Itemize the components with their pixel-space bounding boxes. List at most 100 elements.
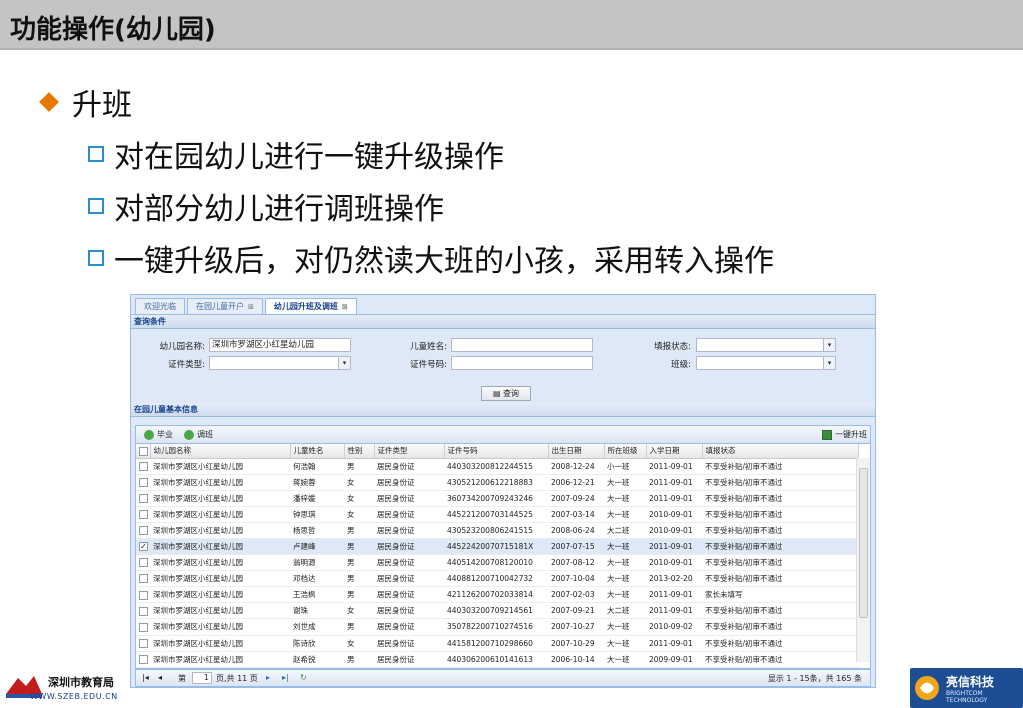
class-label: 班级:: [671, 360, 691, 370]
table-cell: 大一班: [604, 570, 646, 588]
table-cell: 2007-09-21: [548, 602, 604, 620]
tab-welcome[interactable]: 欢迎光临: [135, 298, 185, 314]
row-select-cell[interactable]: [136, 474, 150, 491]
row-checkbox[interactable]: [139, 477, 148, 487]
first-page-icon[interactable]: |◂: [142, 673, 149, 682]
row-checkbox[interactable]: [139, 526, 148, 536]
table-row[interactable]: 深圳市罗湖区小红星幼儿园 王浩枫男居民身份证 421126200702033814 2…: [136, 586, 858, 604]
table-cell: 大一班: [604, 618, 646, 636]
table-cell: 大一班: [604, 554, 646, 572]
row-select-cell[interactable]: [136, 490, 150, 507]
chevron-down-icon[interactable]: ▾: [823, 339, 835, 351]
table-row[interactable]: 深圳市罗湖区小红星幼儿园 赵希锐男居民身份证 440306200610141613 2…: [136, 651, 858, 668]
row-select-cell[interactable]: [136, 618, 150, 636]
transfer-button[interactable]: 调班: [184, 429, 213, 440]
upgrade-all-button[interactable]: 一键升班: [822, 429, 867, 440]
column-header[interactable]: 性别: [344, 444, 375, 459]
row-checkbox[interactable]: [139, 638, 148, 648]
row-select-cell[interactable]: [136, 602, 150, 620]
cert-no-input[interactable]: [451, 356, 593, 370]
graduate-button[interactable]: 毕业: [144, 429, 173, 440]
table-row[interactable]: 深圳市罗湖区小红星幼儿园 钟思琪女居民身份证 445221200703144525 2…: [136, 506, 858, 523]
next-page-icon[interactable]: ▸: [266, 673, 270, 682]
table-row[interactable]: 深圳市罗湖区小红星幼儿园 陈诗欣女居民身份证 441581200710298660 2…: [136, 635, 858, 652]
page-number-input[interactable]: 1: [192, 672, 212, 684]
table-row[interactable]: 深圳市罗湖区小红星幼儿园 谢珠女居民身份证 440303200709214561 20…: [136, 602, 858, 620]
row-select-cell[interactable]: [136, 586, 150, 604]
table-cell: 2011-09-01: [646, 635, 702, 652]
tab-label: 在园儿童开户: [196, 302, 244, 311]
select-all-header[interactable]: [136, 444, 151, 459]
table-row[interactable]: 深圳市罗湖区小红星幼儿园 潘梓媛女居民身份证 360734200709243246 2…: [136, 490, 858, 507]
row-select-cell[interactable]: [136, 458, 150, 475]
close-icon[interactable]: ⊠: [342, 303, 348, 311]
table-row[interactable]: 深圳市罗湖区小红星幼儿园 邓档达男居民身份证 440881200710042732 2…: [136, 570, 858, 588]
table-cell: 大一班: [604, 538, 646, 556]
table-row[interactable]: 深圳市罗湖区小红星幼儿园 刘世成男居民身份证 350782200710274516 2…: [136, 618, 858, 636]
upgrade-label: 一键升班: [835, 430, 867, 439]
scrollbar-thumb[interactable]: [859, 468, 868, 618]
row-select-cell[interactable]: [136, 506, 150, 523]
company-logo: 亮信科技 BRIGHTCOM TECHNOLOGY: [910, 668, 1023, 708]
table-cell: 440881200710042732: [444, 570, 548, 588]
table-cell: 居民身份证: [374, 522, 444, 539]
class-select[interactable]: ▾: [696, 356, 836, 370]
table-row[interactable]: 深圳市罗湖区小红星幼儿园 蒋婉蓉女居民身份证 430521200612218883 2…: [136, 474, 858, 491]
last-page-icon[interactable]: ▸|: [282, 673, 289, 682]
column-header[interactable]: 填报状态: [702, 444, 859, 459]
chevron-down-icon[interactable]: ▾: [338, 357, 350, 369]
vertical-scrollbar[interactable]: [856, 458, 870, 662]
row-checkbox[interactable]: [139, 510, 148, 520]
table-row[interactable]: 深圳市罗湖区小红星幼儿园 何浩翰男居民身份证 440303200812244515 2…: [136, 458, 858, 475]
table-row[interactable]: 深圳市罗湖区小红星幼儿园 翁明源男居民身份证 440514200708120010 2…: [136, 554, 858, 572]
row-select-cell[interactable]: [136, 570, 150, 588]
query-section-header: 查询条件: [131, 315, 875, 329]
row-checkbox[interactable]: [139, 574, 148, 584]
row-checkbox[interactable]: [139, 461, 148, 471]
table-cell: 居民身份证: [374, 570, 444, 588]
table-cell: 居民身份证: [374, 602, 444, 620]
column-header[interactable]: 证件号码: [444, 444, 549, 459]
chevron-down-icon[interactable]: ▾: [823, 357, 835, 369]
table-cell: 430521200612218883: [444, 474, 548, 491]
select-all-checkbox[interactable]: [139, 446, 148, 456]
column-header[interactable]: 证件类型: [374, 444, 445, 459]
row-checkbox[interactable]: [139, 590, 148, 600]
row-checkbox[interactable]: [139, 493, 148, 503]
row-select-cell[interactable]: [136, 635, 150, 652]
tab-open-account[interactable]: 在园儿童开户 ⊠: [187, 298, 263, 314]
row-select-cell[interactable]: [136, 522, 150, 539]
table-row[interactable]: ✓ 深圳市罗湖区小红星幼儿园 卢建峰男居民身份证 44522420070715181X…: [136, 538, 858, 556]
refresh-icon[interactable]: ↻: [300, 673, 307, 682]
column-header[interactable]: 儿童姓名: [290, 444, 345, 459]
row-select-cell[interactable]: [136, 554, 150, 572]
row-checkbox[interactable]: [139, 606, 148, 616]
row-select-cell[interactable]: [136, 651, 150, 668]
table-cell: 不享受补贴/初审不通过: [702, 506, 858, 523]
column-header[interactable]: 幼儿园名称: [150, 444, 291, 459]
row-checkbox[interactable]: [139, 558, 148, 568]
table-cell: 居民身份证: [374, 490, 444, 507]
school-input[interactable]: 深圳市罗湖区小红星幼儿园: [209, 338, 351, 352]
row-checkbox[interactable]: [139, 622, 148, 632]
cert-type-select[interactable]: ▾: [209, 356, 351, 370]
column-header[interactable]: 所在班级: [604, 444, 647, 459]
column-header[interactable]: 入学日期: [646, 444, 703, 459]
cert-type-label: 证件类型:: [168, 360, 205, 370]
column-header[interactable]: 出生日期: [548, 444, 605, 459]
status-select[interactable]: ▾: [696, 338, 836, 352]
child-name-input[interactable]: [451, 338, 593, 352]
close-icon[interactable]: ⊠: [248, 303, 254, 311]
child-grid: 毕业 调班 一键升班 幼儿园名称 儿童姓名 性别 证件类型 证件号码 出生日期 所在班级 入学…: [135, 425, 871, 669]
table-row[interactable]: 深圳市罗湖区小红星幼儿园 杨思哲男居民身份证 430523200806241515 2…: [136, 522, 858, 539]
row-select-cell[interactable]: ✓: [136, 538, 150, 556]
table-cell: 2011-09-01: [646, 602, 702, 620]
row-checkbox[interactable]: [139, 654, 148, 664]
table-cell: 深圳市罗湖区小红星幼儿园: [150, 570, 290, 588]
prev-page-icon[interactable]: ◂: [158, 673, 162, 682]
query-button[interactable]: ▤ 查询: [481, 386, 531, 401]
table-cell: 翁明源: [290, 554, 344, 572]
row-checkbox[interactable]: ✓: [139, 542, 148, 552]
tab-upgrade-transfer[interactable]: 幼儿园升班及调班 ⊠: [264, 298, 357, 314]
table-cell: 421126200702033814: [444, 586, 548, 604]
